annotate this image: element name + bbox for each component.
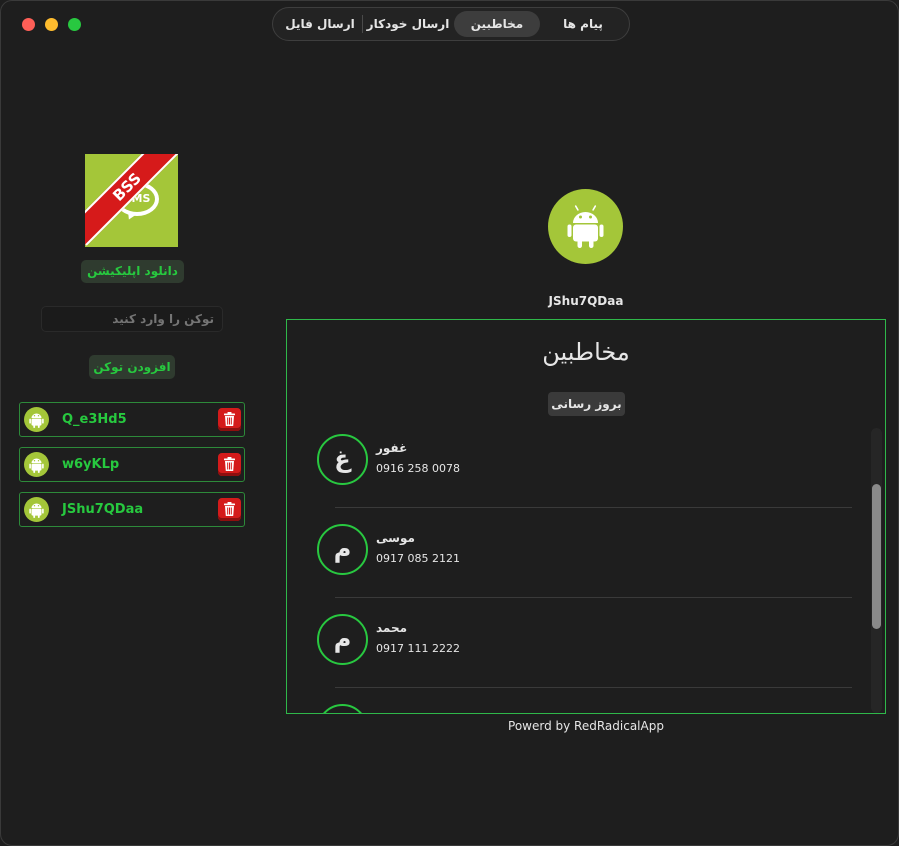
android-icon (24, 407, 49, 432)
contact-phone: 0917 111 2222 (376, 642, 460, 655)
android-icon (24, 497, 49, 522)
token-item[interactable]: Q_e3Hd5 (19, 402, 245, 437)
scrollbar-thumb[interactable] (872, 484, 881, 629)
divider (335, 597, 852, 598)
token-input[interactable] (41, 306, 223, 332)
android-icon (24, 452, 49, 477)
download-app-button[interactable]: دانلود اپلیکیشن (81, 260, 184, 283)
contact-name: موسی (376, 531, 415, 545)
trash-icon[interactable] (218, 408, 241, 431)
contact-initial-avatar: م (317, 614, 368, 665)
app-logo: SMS BSS (85, 154, 178, 247)
tab-bar: پیام ها مخاطبین ارسال خودکار ارسال فایل (272, 7, 630, 41)
tab-auto-send[interactable]: ارسال خودکار (363, 11, 453, 37)
android-icon (548, 189, 623, 264)
tab-messages[interactable]: پیام ها (540, 11, 626, 37)
device-name: JShu7QDaa (548, 294, 624, 308)
contact-initial-avatar: م (317, 524, 368, 575)
list-item[interactable] (317, 704, 857, 713)
app-window: پیام ها مخاطبین ارسال خودکار ارسال فایل … (0, 0, 899, 846)
contact-name: غفور (376, 441, 408, 455)
contact-phone: 0916 258 0078 (376, 462, 460, 475)
list-item[interactable]: غ غفور 0916 258 0078 (317, 434, 857, 524)
logo-ribbon: BSS (85, 154, 178, 246)
list-item[interactable]: م موسی 0917 085 2121 (317, 524, 857, 614)
contact-initial-avatar: غ (317, 434, 368, 485)
token-item[interactable]: JShu7QDaa (19, 492, 245, 527)
minimize-window-button[interactable] (45, 18, 58, 31)
contacts-title: مخاطبین (542, 338, 630, 366)
contact-phone: 0917 085 2121 (376, 552, 460, 565)
tab-send-file[interactable]: ارسال فایل (277, 11, 363, 37)
trash-icon[interactable] (218, 498, 241, 521)
maximize-window-button[interactable] (68, 18, 81, 31)
divider (335, 507, 852, 508)
token-label: w6yKLp (62, 457, 120, 472)
token-item[interactable]: w6yKLp (19, 447, 245, 482)
close-window-button[interactable] (22, 18, 35, 31)
contact-initial-avatar (317, 704, 368, 713)
refresh-button[interactable]: بروز رسانی (548, 392, 625, 416)
add-token-button[interactable]: افزودن توکن (89, 355, 175, 379)
trash-icon[interactable] (218, 453, 241, 476)
contacts-panel: مخاطبین بروز رسانی غ غفور 0916 258 0078 … (286, 319, 886, 714)
contact-name: محمد (376, 621, 408, 635)
tab-contacts[interactable]: مخاطبین (454, 11, 540, 37)
footer-credit: Powerd by RedRadicalApp (508, 719, 664, 733)
divider (335, 687, 852, 688)
list-item[interactable]: م محمد 0917 111 2222 (317, 614, 857, 704)
token-label: Q_e3Hd5 (62, 412, 127, 427)
token-label: JShu7QDaa (62, 502, 144, 517)
contacts-scrollbar[interactable] (871, 428, 882, 713)
